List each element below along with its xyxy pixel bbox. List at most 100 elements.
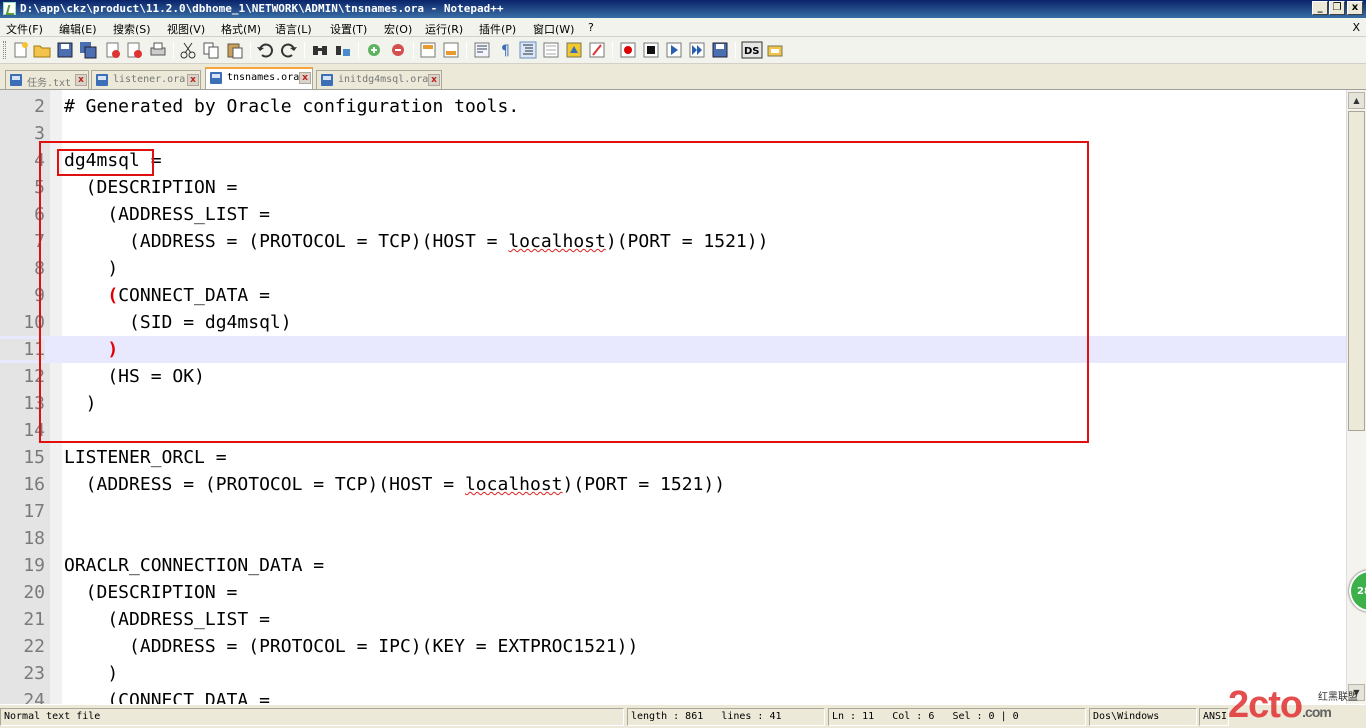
tab-label: initdg4msql.ora [338,74,429,85]
cut-icon[interactable] [179,41,197,59]
tab-close-icon[interactable]: x [299,72,311,84]
editor-area[interactable]: 2 # Generated by Oracle configuration too… [0,89,1366,704]
line-number: 2 [34,96,45,117]
watermark-logo: 2cto.com [1228,684,1332,727]
code-line[interactable]: 19 ORACLR_CONNECTION_DATA = [0,552,1346,579]
code-line[interactable]: 23 ) [0,660,1346,687]
stop-macro-icon[interactable] [642,41,660,59]
code-line[interactable]: 2 # Generated by Oracle configuration too… [0,93,1346,120]
minimize-button[interactable]: _ [1312,1,1328,15]
code-line[interactable]: 15 LISTENER_ORCL = [0,444,1346,471]
line-number: 24 [23,690,45,704]
run-macro-multiple-icon[interactable] [688,41,706,59]
sync-vertical-icon[interactable] [419,41,437,59]
status-position: Ln : 11 Col : 6 Sel : 0 | 0 [828,708,1086,726]
save-all-icon[interactable] [79,41,97,59]
menu-file[interactable]: 文件(F) [6,21,43,37]
sync-horizontal-icon[interactable] [442,41,460,59]
close-button[interactable]: x [1347,1,1363,15]
new-file-icon[interactable] [12,41,30,59]
menu-edit[interactable]: 编辑(E) [59,21,97,37]
menu-settings[interactable]: 设置(T) [330,21,367,37]
tab-listener[interactable]: listener.ora x [91,70,201,89]
vertical-scrollbar[interactable]: ▲ ▼ [1346,90,1366,704]
save-icon[interactable] [56,41,74,59]
close-all-icon[interactable] [126,41,144,59]
spellcheck-word: localhost [464,474,563,495]
toolbar-separator [304,42,305,59]
status-eol: Dos\Windows [1089,708,1197,726]
code-line[interactable]: 21 (ADDRESS_LIST = [0,606,1346,633]
status-bar: Normal text file length : 861 lines : 41… [0,704,1366,728]
user-language-icon[interactable] [542,41,560,59]
replace-icon[interactable] [334,41,352,59]
play-macro-icon[interactable] [665,41,683,59]
line-text: # Generated by Oracle configuration tool… [64,96,520,117]
plugin-ds-icon[interactable]: DS [741,41,763,59]
indent-guide-icon[interactable] [519,41,537,59]
line-text: ) [64,663,119,684]
status-lines: lines : 41 [721,711,782,722]
record-macro-icon[interactable] [619,41,637,59]
undo-icon[interactable] [256,41,274,59]
restore-button[interactable]: ❐ [1329,1,1345,15]
scroll-up-icon[interactable]: ▲ [1348,92,1365,109]
zoom-out-icon[interactable] [389,41,407,59]
menu-language[interactable]: 语言(L) [275,21,312,37]
highlight-box-dg4msql-entry [39,141,1089,443]
line-number: 23 [23,663,45,684]
menu-help[interactable]: ? [588,21,594,34]
zoom-in-icon[interactable] [365,41,383,59]
title-bar: D:\app\ckz\product\11.2.0\dbhome_1\NETWO… [0,0,1366,18]
plugin-extra-icon[interactable] [766,41,784,59]
menu-search[interactable]: 搜索(S) [113,21,151,37]
file-icon [210,72,222,84]
code-line[interactable]: 16 (ADDRESS = (PROTOCOL = TCP)(HOST = lo… [0,471,1346,498]
print-icon[interactable] [149,41,167,59]
function-list-icon[interactable] [588,41,606,59]
tab-tnsnames[interactable]: tnsnames.ora x [205,67,313,89]
copy-icon[interactable] [202,41,220,59]
tab-close-icon[interactable]: x [187,74,199,86]
scroll-thumb[interactable] [1348,111,1365,431]
tab-close-icon[interactable]: x [75,74,87,86]
menu-run[interactable]: 运行(R) [425,21,463,37]
code-line[interactable]: 20 (DESCRIPTION = [0,579,1346,606]
menu-window[interactable]: 窗口(W) [533,21,574,37]
toolbar-separator [612,42,613,59]
line-number: 22 [23,636,45,657]
tab-renwu[interactable]: 任务.txt x [5,70,89,89]
close-file-icon[interactable] [104,41,122,59]
code-line[interactable]: 18 [0,525,1346,552]
notepadpp-icon [3,2,16,15]
line-text: (ADDRESS = (PROTOCOL = IPC)(KEY = EXTPRO… [64,636,639,657]
find-icon[interactable] [311,41,329,59]
menu-macro[interactable]: 宏(O) [384,21,412,37]
menu-view[interactable]: 视图(V) [167,21,205,37]
code-line[interactable]: 17 [0,498,1346,525]
redo-icon[interactable] [280,41,298,59]
show-all-chars-icon[interactable]: ¶ [496,41,514,59]
doc-map-icon[interactable] [565,41,583,59]
code-line[interactable]: 22 (ADDRESS = (PROTOCOL = IPC)(KEY = EXT… [0,633,1346,660]
toolbar-separator [358,42,359,59]
code-line[interactable]: 24 (CONNECT_DATA = [0,687,1346,704]
tab-bar: 任务.txt x listener.ora x tnsnames.ora x i… [0,64,1366,89]
tab-initdg4msql[interactable]: initdg4msql.ora x [316,70,442,89]
watermark-brand: 2cto [1228,684,1303,726]
paste-icon[interactable] [226,41,244,59]
highlight-box-dg4msql-name [57,149,154,176]
menu-format[interactable]: 格式(M) [221,21,261,37]
save-macro-icon[interactable] [711,41,729,59]
open-file-icon[interactable] [33,41,51,59]
toolbar-grip[interactable] [3,41,6,59]
doc-close-button[interactable]: X [1352,21,1360,34]
menu-plugins[interactable]: 插件(P) [479,21,516,37]
file-icon [321,74,333,86]
status-col: Col : 6 [892,711,935,722]
tab-close-icon[interactable]: x [428,74,440,86]
line-text: (ADDRESS_LIST = [64,609,270,630]
line-number: 16 [23,474,45,495]
status-ln: Ln : 11 [832,711,875,722]
word-wrap-icon[interactable] [473,41,491,59]
